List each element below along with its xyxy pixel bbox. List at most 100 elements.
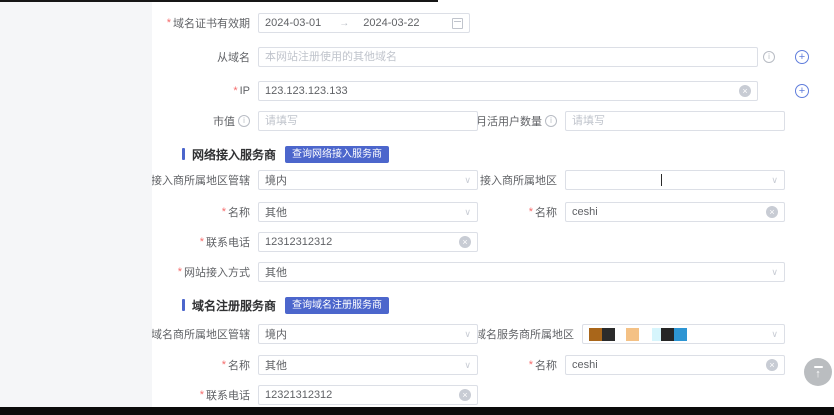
network-name-input-label: * 名称 (478, 204, 565, 220)
add-domain-button[interactable]: + (795, 50, 809, 64)
ip-input[interactable] (265, 83, 733, 99)
region-color-swatch (674, 328, 687, 341)
text-cursor (661, 174, 662, 186)
required-marker: * (529, 359, 533, 371)
page: * 域名证书有效期 2024-03-01 → 2024-03-22 从域名 i … (0, 0, 834, 415)
required-marker: * (167, 17, 171, 29)
end-date-value[interactable]: 2024-03-22 (363, 17, 419, 29)
network-name-select[interactable]: 其他 ∨ (258, 202, 478, 222)
info-icon: i (238, 115, 250, 127)
access-method-select[interactable]: 其他 ∨ (258, 262, 785, 282)
domain-region-label: * 域名服务商所属地区 (478, 326, 582, 342)
ip-field: × (258, 81, 758, 101)
mau-input[interactable] (572, 113, 778, 129)
chevron-down-icon: ∨ (771, 268, 778, 277)
row-network-names: * 名称 其他 ∨ * 名称 × (152, 202, 834, 222)
domain-jurisdiction-label: * 域名商所属地区管辖 (152, 326, 258, 342)
section-title: 域名注册服务商 (192, 297, 276, 314)
domain-phone-label: * 联系电话 (152, 387, 258, 403)
required-marker: * (200, 389, 204, 401)
row-network-region: * 接入商所属地区管辖 境内 ∨ * 接入商所属地区 ∨ (152, 170, 834, 190)
section-title: 网络接入服务商 (192, 146, 276, 163)
required-marker: * (233, 85, 237, 97)
clear-icon[interactable]: × (459, 236, 471, 248)
section-accent-bar (182, 148, 185, 160)
required-marker: * (200, 236, 204, 248)
market-value-label: 市值 i (152, 113, 258, 129)
back-to-top-button[interactable]: ↑ (804, 358, 832, 386)
clear-icon[interactable]: × (739, 85, 751, 97)
start-date-value[interactable]: 2024-03-01 (265, 17, 321, 29)
bottom-black-bar (0, 407, 834, 415)
chevron-down-icon: ∨ (464, 361, 471, 370)
row-from-domain: 从域名 i + (152, 47, 834, 67)
domain-name-select[interactable]: 其他 ∨ (258, 355, 478, 375)
row-ip: * IP × + (152, 81, 834, 101)
network-phone-field: × (258, 232, 478, 252)
network-jurisdiction-label: * 接入商所属地区管辖 (152, 172, 258, 188)
network-phone-label: * 联系电话 (152, 234, 258, 250)
region-selection-swatches (589, 328, 687, 341)
domain-jurisdiction-select[interactable]: 境内 ∨ (258, 324, 478, 344)
form-area: * 域名证书有效期 2024-03-01 → 2024-03-22 从域名 i … (152, 0, 834, 407)
from-domain-label: 从域名 (152, 49, 258, 65)
row-cert-validity: * 域名证书有效期 2024-03-01 → 2024-03-22 (152, 13, 834, 33)
date-range-picker[interactable]: 2024-03-01 → 2024-03-22 (258, 13, 470, 33)
calendar-icon (452, 18, 463, 29)
row-access-method: * 网站接入方式 其他 ∨ (152, 262, 834, 282)
access-method-label: * 网站接入方式 (152, 264, 258, 280)
required-marker: * (529, 206, 533, 218)
network-name-field: × (565, 202, 785, 222)
required-marker: * (222, 206, 226, 218)
region-color-swatch (652, 328, 661, 341)
ip-label: * IP (152, 85, 258, 97)
info-icon: i (763, 51, 775, 63)
row-network-phone: * 联系电话 × (152, 232, 834, 252)
domain-phone-input[interactable] (265, 387, 453, 403)
row-domain-region: * 域名商所属地区管辖 境内 ∨ * 域名服务商所属地区 ∨ (152, 324, 834, 344)
from-domain-input[interactable] (265, 49, 751, 65)
network-name-input[interactable] (572, 204, 760, 220)
region-color-swatch (626, 328, 639, 341)
clear-icon[interactable]: × (766, 206, 778, 218)
add-ip-button[interactable]: + (795, 84, 809, 98)
chevron-down-icon: ∨ (771, 176, 778, 185)
chevron-down-icon: ∨ (464, 330, 471, 339)
mau-label: 月活用户数量 i (478, 113, 565, 129)
required-marker: * (222, 359, 226, 371)
region-color-swatch (589, 328, 602, 341)
from-domain-field (258, 47, 758, 67)
left-panel (0, 0, 152, 407)
region-color-swatch (602, 328, 615, 341)
row-domain-phone: * 联系电话 × (152, 385, 834, 405)
clear-icon[interactable]: × (459, 389, 471, 401)
mau-field (565, 111, 785, 131)
query-network-provider-button[interactable]: 查询网络接入服务商 (285, 146, 389, 163)
domain-region-select[interactable]: ∨ (582, 324, 785, 344)
chevron-down-icon: ∨ (771, 330, 778, 339)
query-domain-registrar-button[interactable]: 查询域名注册服务商 (285, 297, 389, 314)
network-region-label: * 接入商所属地区 (478, 172, 565, 188)
row-domain-names: * 名称 其他 ∨ * 名称 × (152, 355, 834, 375)
market-value-input[interactable] (265, 113, 471, 129)
cert-validity-label: * 域名证书有效期 (152, 15, 258, 31)
section-network-provider: 网络接入服务商 查询网络接入服务商 (182, 145, 389, 163)
network-region-select[interactable]: ∨ (565, 170, 785, 190)
network-phone-input[interactable] (265, 234, 453, 250)
network-jurisdiction-select[interactable]: 境内 ∨ (258, 170, 478, 190)
domain-name-select-label: * 名称 (152, 357, 258, 373)
domain-name-input-label: * 名称 (478, 357, 565, 373)
domain-name-input[interactable] (572, 357, 760, 373)
chevron-down-icon: ∨ (464, 208, 471, 217)
required-marker: * (178, 266, 182, 278)
section-accent-bar (182, 299, 185, 311)
network-name-select-label: * 名称 (152, 204, 258, 220)
market-value-field (258, 111, 478, 131)
clear-icon[interactable]: × (766, 359, 778, 371)
chevron-down-icon: ∨ (464, 176, 471, 185)
domain-phone-field: × (258, 385, 478, 405)
info-icon: i (545, 115, 557, 127)
region-color-swatch (661, 328, 674, 341)
section-domain-registrar: 域名注册服务商 查询域名注册服务商 (182, 296, 389, 314)
date-separator-icon: → (339, 18, 349, 29)
